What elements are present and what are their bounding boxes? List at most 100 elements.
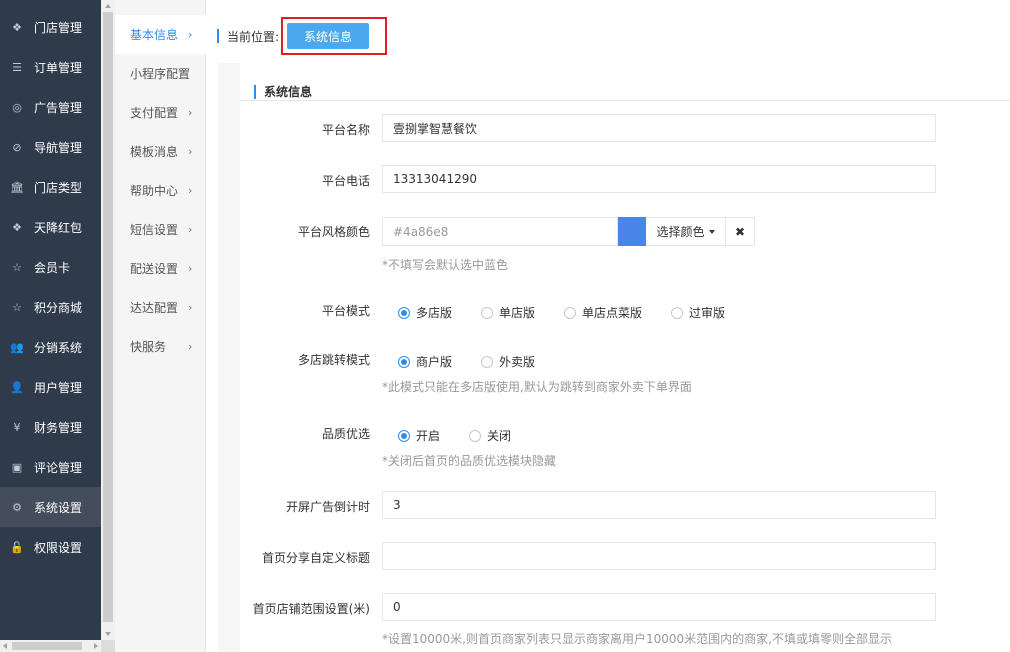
scroll-thumb[interactable]	[103, 12, 113, 622]
star-icon: ☆	[12, 300, 22, 314]
sidebar-item-label: 用户管理	[34, 380, 83, 395]
yen-icon: ¥	[13, 420, 21, 434]
chevron-right-icon: ›	[188, 184, 193, 197]
money-icon: ▣	[11, 460, 23, 474]
sidebar-item[interactable]: ◎ 广告管理	[0, 87, 101, 127]
sidebar-item[interactable]: 🔓 权限设置	[0, 527, 101, 567]
submenu-item-label: 模板消息	[130, 145, 179, 159]
submenu-item[interactable]: 快服务 ›	[115, 327, 206, 366]
scrollbar-corner	[101, 640, 115, 652]
color-hex-input[interactable]: #4a86e8	[382, 217, 618, 246]
submenu-item[interactable]: 模板消息 ›	[115, 132, 206, 171]
color-picker: #4a86e8 选择颜色 ✖	[382, 217, 755, 246]
submenu-item[interactable]: 小程序配置	[115, 54, 206, 93]
sidebar-item[interactable]: ⊘ 导航管理	[0, 127, 101, 167]
sidebar-item-label: 订单管理	[34, 60, 83, 75]
submenu-item[interactable]: 基本信息 ›	[115, 15, 206, 54]
platform-name-label: 平台名称	[321, 123, 370, 137]
radio-option[interactable]: 关闭	[469, 427, 511, 444]
store-range-label: 首页店铺范围设置(米)	[252, 602, 370, 616]
radio-option[interactable]: 多店版	[398, 304, 452, 321]
sidebar-item[interactable]: ❖ 门店管理	[0, 7, 101, 47]
radio-option[interactable]: 单店点菜版	[564, 304, 642, 321]
platform-name-input[interactable]: 壹捌掌智慧餐饮	[382, 114, 936, 142]
chevron-right-icon: ›	[188, 28, 193, 41]
sidebar-item-label: 分销系统	[34, 340, 83, 355]
chevron-right-icon: ›	[188, 262, 193, 275]
submenu-item[interactable]: 短信设置 ›	[115, 210, 206, 249]
breadcrumb: 当前位置: 系统信息	[217, 17, 387, 55]
sidebar-item[interactable]: ☆ 积分商城	[0, 287, 101, 327]
sidebar-item[interactable]: 🏛 门店类型	[0, 167, 101, 207]
sidebar-item-label: 门店管理	[34, 20, 83, 35]
submenu-item-label: 配送设置	[130, 262, 179, 276]
radio-label: 单店版	[499, 306, 536, 320]
scroll-down-arrow-icon[interactable]	[105, 632, 111, 636]
platform-phone-input[interactable]: 13313041290	[382, 165, 936, 193]
sidebar-item[interactable]: ¥ 财务管理	[0, 407, 101, 447]
chevron-right-icon: ›	[188, 340, 193, 353]
radio-option[interactable]: 过审版	[671, 304, 725, 321]
sidebar-item[interactable]: ▣ 评论管理	[0, 447, 101, 487]
sidebar-item-label: 系统设置	[34, 500, 83, 515]
radio-label: 商户版	[416, 355, 453, 369]
clear-color-button[interactable]: ✖	[726, 217, 755, 246]
submenu-item[interactable]: 支付配置 ›	[115, 93, 206, 132]
bank-icon: 🏛	[10, 180, 24, 194]
quality-radio-group: 开启 关闭	[398, 427, 511, 444]
quality-hint: *关闭后首页的品质优选模块隐藏	[382, 454, 557, 468]
color-swatch[interactable]	[618, 217, 646, 246]
main-sidebar: ❖ 门店管理 ☰ 订单管理 ◎ 广告管理 ⊘ 导航管理 🏛 门店类型 ❖ 天降红包 ☆ 会员卡 ☆ 积分商城 👥…	[0, 0, 115, 652]
scroll-left-arrow-icon[interactable]	[3, 643, 7, 649]
submenu-item-label: 快服务	[130, 340, 167, 354]
sidebar-item[interactable]: ❖ 天降红包	[0, 207, 101, 247]
sidebar-vertical-scrollbar[interactable]	[101, 0, 115, 640]
submenu-item-label: 基本信息	[130, 28, 179, 42]
radio-label: 关闭	[487, 429, 512, 443]
radio-option[interactable]: 外卖版	[481, 353, 535, 370]
lock-icon: 🔓	[10, 540, 24, 554]
radio-option[interactable]: 商户版	[398, 353, 452, 370]
sidebar-item-label: 会员卡	[34, 260, 71, 275]
pick-color-button[interactable]: 选择颜色	[646, 217, 726, 246]
breadcrumb-highlight-box: 系统信息	[281, 17, 387, 55]
gear-icon: ⚙	[12, 500, 22, 514]
scroll-thumb[interactable]	[12, 642, 82, 650]
radio-button[interactable]	[398, 429, 410, 442]
sidebar-horizontal-scrollbar[interactable]	[0, 640, 101, 652]
sidebar-item[interactable]: ⚙ 系统设置	[0, 487, 101, 527]
submenu-item[interactable]: 配送设置 ›	[115, 249, 206, 288]
breadcrumb-current-button[interactable]: 系统信息	[287, 23, 369, 49]
sidebar-item-label: 财务管理	[34, 420, 83, 435]
user-icon: 👤	[10, 380, 24, 394]
scroll-right-arrow-icon[interactable]	[94, 643, 98, 649]
sidebar-item[interactable]: ☰ 订单管理	[0, 47, 101, 87]
radio-button[interactable]	[481, 306, 494, 319]
pick-color-label: 选择颜色	[656, 225, 705, 239]
settings-submenu: 基本信息 › 小程序配置 支付配置 › 模板消息 › 帮助中心 › 短信设置 › 配送设置 › 达达配置 ›…	[115, 0, 206, 652]
submenu-item[interactable]: 达达配置 ›	[115, 288, 206, 327]
cubes-icon: ❖	[12, 220, 22, 234]
radio-option[interactable]: 开启	[398, 427, 440, 444]
radio-button[interactable]	[671, 306, 684, 319]
radio-button[interactable]	[564, 306, 577, 319]
radio-button[interactable]	[398, 306, 410, 319]
radio-button[interactable]	[398, 355, 410, 368]
jump-mode-radio-group: 商户版 外卖版	[398, 353, 535, 370]
jump-mode-label: 多店跳转模式	[297, 353, 370, 367]
radio-button[interactable]	[469, 429, 482, 442]
chevron-right-icon: ›	[188, 223, 193, 236]
submenu-item-label: 短信设置	[130, 223, 179, 237]
scroll-up-arrow-icon[interactable]	[105, 4, 111, 8]
radio-option[interactable]: 单店版	[481, 304, 535, 321]
share-title-input[interactable]	[382, 542, 936, 570]
sidebar-item[interactable]: 👤 用户管理	[0, 367, 101, 407]
store-range-input[interactable]: 0	[382, 593, 936, 621]
radio-button[interactable]	[481, 355, 494, 368]
sidebar-item-label: 积分商城	[34, 300, 83, 315]
submenu-item[interactable]: 帮助中心 ›	[115, 171, 206, 210]
splash-countdown-input[interactable]: 3	[382, 491, 936, 519]
sidebar-item-label: 门店类型	[34, 180, 83, 195]
sidebar-item[interactable]: ☆ 会员卡	[0, 247, 101, 287]
sidebar-item[interactable]: 👥 分销系统	[0, 327, 101, 367]
